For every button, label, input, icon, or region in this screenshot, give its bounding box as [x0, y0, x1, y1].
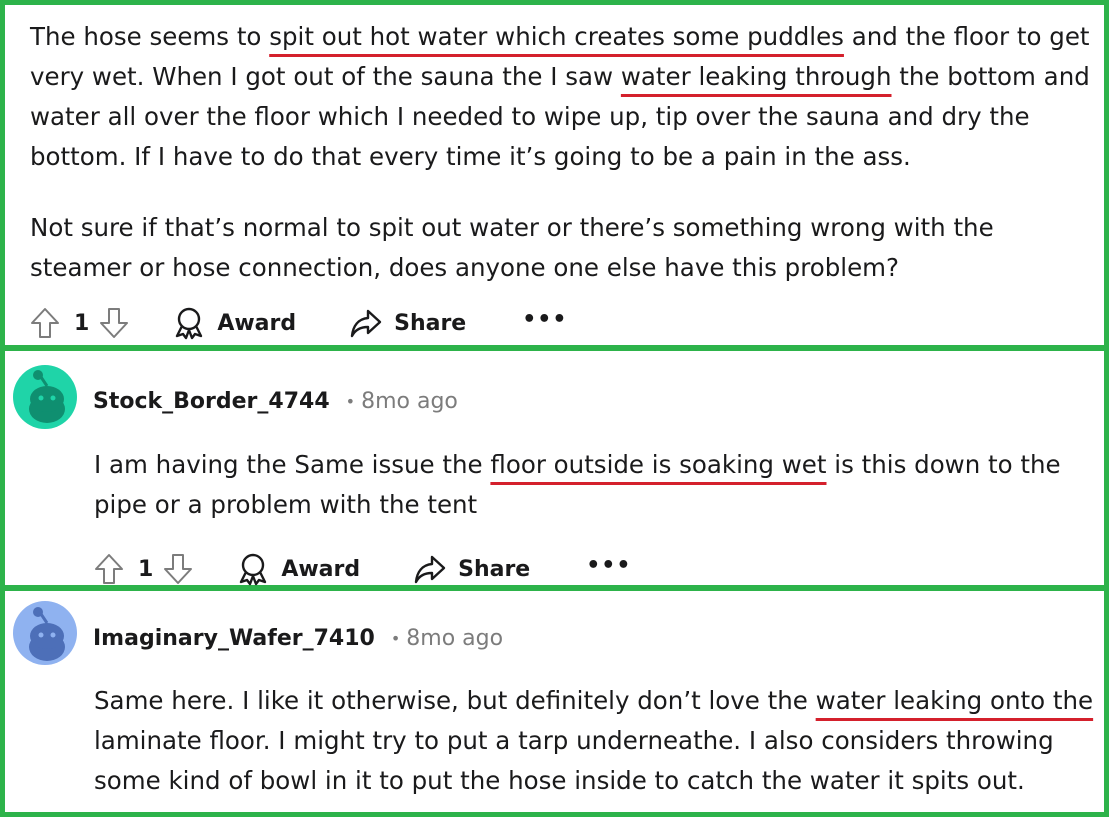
upvote-icon: [31, 308, 59, 338]
share-icon: [350, 309, 382, 338]
award-icon: [240, 553, 267, 586]
text-line: Not sure if that’s normal to spit out wa…: [30, 208, 994, 248]
avatar[interactable]: [13, 601, 77, 665]
award-icon: [176, 307, 203, 340]
text-segment: Same here. I like it otherwise, but defi…: [94, 686, 816, 715]
text-segment: bottom. If I have to do that every time …: [30, 142, 911, 171]
timestamp[interactable]: 8mo ago: [406, 626, 503, 651]
award-label: Award: [281, 556, 361, 582]
more-options-icon[interactable]: •••: [522, 307, 567, 332]
award-label: Award: [217, 310, 297, 336]
separator-dot: •: [345, 391, 356, 411]
username[interactable]: Stock_Border_4744: [93, 389, 330, 414]
text-segment: steamer or hose connection, does anyone …: [30, 253, 900, 282]
share-button[interactable]: Share: [350, 308, 466, 338]
post-action-bar: 1 Award Share •••: [30, 303, 567, 343]
comment-card: Imaginary_Wafer_7410 • 8mo ago Same here…: [0, 586, 1109, 817]
downvote-icon: [164, 554, 193, 584]
highlighted-phrase: water leaking onto the: [815, 686, 1094, 715]
more-options-icon[interactable]: •••: [586, 553, 631, 578]
comment-card: Stock_Border_4744 • 8mo ago I am having …: [0, 346, 1109, 590]
downvote-icon: [100, 308, 129, 338]
downvote-button[interactable]: [163, 553, 193, 585]
highlighted-phrase: floor outside is soaking wet: [490, 450, 827, 479]
text-segment: pipe or a problem with the tent: [94, 490, 478, 519]
text-line: some kind of bowl in it to put the hose …: [94, 761, 1093, 801]
text-line: pipe or a problem with the tent: [94, 485, 1061, 525]
award-button[interactable]: Award: [173, 306, 296, 340]
text-segment: some kind of bowl in it to put the hose …: [94, 766, 1025, 795]
text-segment: The hose seems to: [30, 22, 270, 51]
text-line: water all over the floor which I needed …: [30, 97, 1090, 137]
text-line: Same here. I like it otherwise, but defi…: [94, 681, 1093, 721]
text-segment: water all over the floor which I needed …: [30, 102, 1030, 131]
vote-count: 1: [74, 310, 90, 336]
text-segment: is this down to the: [826, 450, 1061, 479]
share-button[interactable]: Share: [414, 554, 530, 584]
post-panel: The hose seems to spit out hot water whi…: [0, 0, 1109, 350]
text-segment: and the floor to get: [843, 22, 1090, 51]
share-label: Share: [458, 556, 531, 582]
comment-action-bar: 1 Award Share •••: [94, 549, 631, 589]
highlighted-phrase: spit out hot water which creates some pu…: [269, 22, 844, 51]
award-button[interactable]: Award: [237, 552, 360, 586]
timestamp[interactable]: 8mo ago: [361, 389, 458, 414]
text-segment: very wet. When I got out of the sauna th…: [30, 62, 621, 91]
text-segment: I am having the Same issue the: [94, 450, 491, 479]
upvote-button[interactable]: [30, 307, 60, 339]
text-segment: Not sure if that’s normal to spit out wa…: [30, 213, 994, 242]
share-icon: [414, 555, 446, 584]
text-segment: laminate floor. I might try to put a tar…: [94, 726, 1054, 755]
comment-body: I am having the Same issue the floor out…: [94, 445, 1061, 525]
upvote-button[interactable]: [94, 553, 124, 585]
post-paragraph-2: Not sure if that’s normal to spit out wa…: [30, 208, 994, 288]
text-line: very wet. When I got out of the sauna th…: [30, 57, 1090, 97]
highlighted-phrase: water leaking through: [620, 62, 892, 91]
separator-dot: •: [390, 628, 401, 648]
comment-header: Stock_Border_4744 • 8mo ago: [93, 381, 458, 421]
text-line: The hose seems to spit out hot water whi…: [30, 17, 1090, 57]
vote-count: 1: [138, 556, 154, 582]
share-label: Share: [394, 310, 467, 336]
text-line: bottom. If I have to do that every time …: [30, 137, 1090, 177]
username[interactable]: Imaginary_Wafer_7410: [93, 626, 375, 651]
comment-body: Same here. I like it otherwise, but defi…: [94, 681, 1093, 801]
post-paragraph-1: The hose seems to spit out hot water whi…: [30, 17, 1090, 177]
upvote-icon: [95, 554, 123, 584]
avatar[interactable]: [13, 365, 77, 429]
text-line: laminate floor. I might try to put a tar…: [94, 721, 1093, 761]
comment-header: Imaginary_Wafer_7410 • 8mo ago: [93, 618, 503, 658]
text-line: I am having the Same issue the floor out…: [94, 445, 1061, 485]
text-segment: the bottom and: [891, 62, 1090, 91]
downvote-button[interactable]: [99, 307, 129, 339]
text-line: steamer or hose connection, does anyone …: [30, 248, 994, 288]
